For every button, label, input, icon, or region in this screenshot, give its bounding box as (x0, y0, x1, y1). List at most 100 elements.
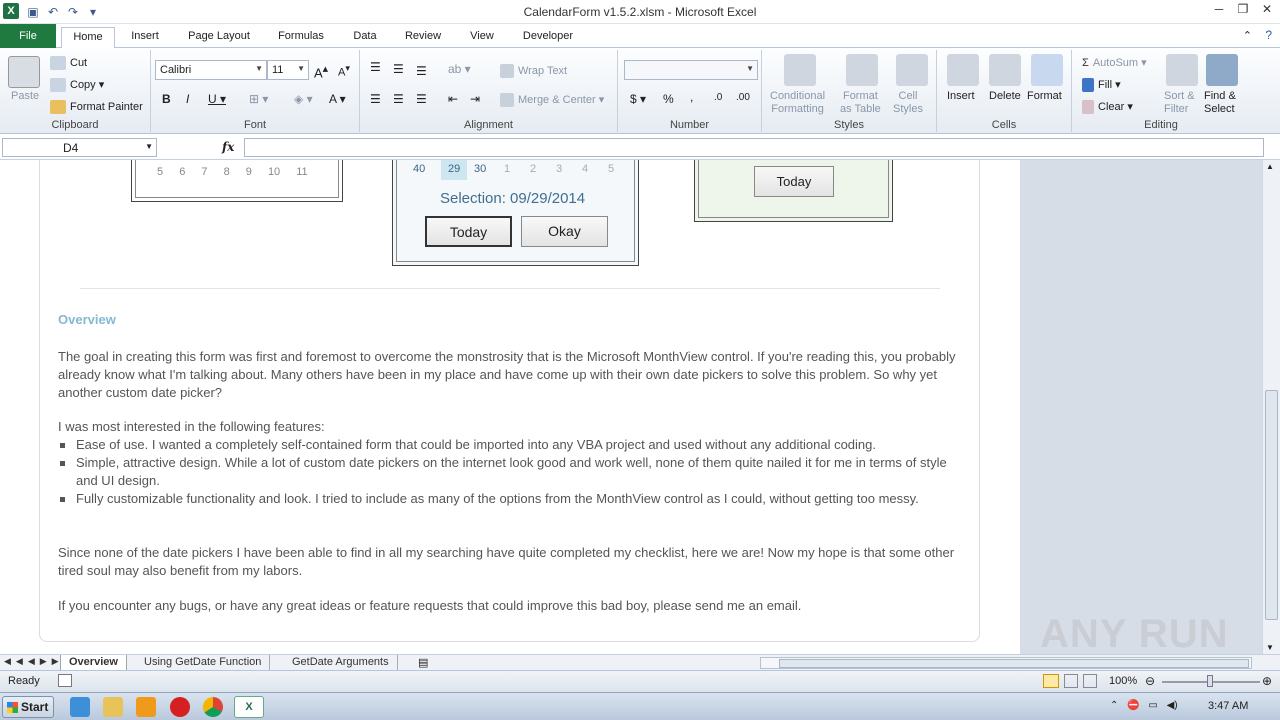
tab-data[interactable]: Data (351, 27, 379, 48)
worksheet[interactable]: 5 6 7 8 9 10 11 40 29 30 1 2 3 4 5 Selec… (0, 160, 1262, 654)
percent-button[interactable]: % (663, 92, 674, 106)
start-button[interactable]: Start (2, 696, 54, 718)
name-box[interactable]: D4 ▼ (2, 138, 157, 157)
page-layout-view-icon[interactable] (1064, 674, 1078, 688)
sheet-tab-using-getdate[interactable]: Using GetDate Function (136, 655, 271, 671)
insert-sheet-icon[interactable]: ▤ (418, 656, 428, 669)
font-name-combo[interactable]: Calibri ▼ (155, 60, 267, 80)
format-button[interactable]: Format (1027, 90, 1062, 102)
scroll-up-icon[interactable]: ▲ (1266, 162, 1274, 171)
format-as-table-button[interactable]: Format as Table (840, 90, 881, 116)
help-icon[interactable]: ? (1265, 28, 1272, 42)
insert-function-icon[interactable]: fx (222, 140, 234, 154)
tab-file[interactable]: File (0, 24, 56, 48)
increase-decimal-icon[interactable]: .0 (714, 92, 722, 103)
day-cell[interactable]: 30 (474, 163, 486, 175)
sort-filter-icon[interactable] (1166, 54, 1198, 86)
day-cell[interactable]: 2 (530, 163, 536, 175)
insert-button[interactable]: Insert (947, 90, 975, 102)
currency-button[interactable]: $ ▾ (630, 92, 646, 106)
opera-icon[interactable] (170, 697, 190, 717)
tab-formulas[interactable]: Formulas (277, 27, 325, 48)
tab-developer[interactable]: Developer (520, 27, 576, 48)
minimize-icon[interactable]: ─ (1212, 2, 1226, 16)
okay-button[interactable]: Okay (521, 216, 608, 247)
scroll-down-icon[interactable]: ▼ (1266, 643, 1274, 652)
day-cell[interactable]: 3 (556, 163, 562, 175)
sheet-tab-overview[interactable]: Overview (60, 655, 127, 671)
font-color-icon[interactable]: A ▾ (329, 92, 346, 106)
italic-icon[interactable]: I (186, 92, 189, 106)
tab-page-layout[interactable]: Page Layout (185, 27, 253, 48)
wrap-text-button[interactable]: Wrap Text (500, 64, 567, 78)
find-select-button[interactable]: Find & Select (1204, 90, 1236, 116)
formula-input[interactable] (244, 138, 1264, 157)
horizontal-scroll-thumb[interactable] (779, 659, 1249, 668)
horizontal-scrollbar[interactable] (760, 657, 1252, 669)
today-button-2[interactable]: Today (754, 166, 834, 197)
zoom-out-icon[interactable]: ⊖ (1145, 674, 1155, 688)
fill-button[interactable]: Fill ▾ (1082, 78, 1121, 93)
close-icon[interactable]: ✕ (1260, 2, 1274, 16)
binoculars-icon[interactable] (1206, 54, 1238, 86)
ie-icon[interactable] (70, 697, 90, 717)
day-cell[interactable]: 1 (504, 163, 510, 175)
center-icon[interactable]: ☰ (393, 92, 404, 106)
insert-cells-icon[interactable] (947, 54, 979, 86)
zoom-in-icon[interactable]: ⊕ (1262, 674, 1272, 688)
cell-styles-button[interactable]: Cell Styles (893, 90, 923, 116)
align-right-icon[interactable]: ☰ (416, 92, 427, 106)
format-as-table-icon[interactable] (846, 54, 878, 86)
align-top-icon[interactable]: ☰ (370, 60, 381, 74)
paste-icon[interactable] (8, 56, 40, 88)
day-cell[interactable]: 4 (582, 163, 588, 175)
align-bottom-icon[interactable]: ☰ (416, 64, 427, 78)
bold-icon[interactable]: B (162, 92, 171, 106)
font-size-combo[interactable]: 11 ▼ (267, 60, 309, 80)
sheet-tab-getdate-arguments[interactable]: GetDate Arguments (284, 655, 398, 671)
delete-button[interactable]: Delete (989, 90, 1021, 102)
decrease-indent-icon[interactable]: ⇤ (448, 92, 458, 106)
tab-home[interactable]: Home (61, 27, 115, 49)
align-left-icon[interactable]: ☰ (370, 92, 381, 106)
conditional-formatting-button[interactable]: Conditional Formatting (770, 90, 825, 116)
vertical-scrollbar[interactable]: ▲ ▼ (1262, 160, 1280, 654)
chrome-icon[interactable] (203, 697, 223, 717)
normal-view-icon[interactable] (1043, 674, 1059, 688)
format-cells-icon[interactable] (1031, 54, 1063, 86)
tab-view[interactable]: View (467, 27, 497, 48)
autosum-button[interactable]: Σ AutoSum ▾ (1082, 56, 1147, 69)
grow-font-icon[interactable]: A▴ (314, 62, 328, 80)
tab-review[interactable]: Review (403, 27, 443, 48)
underline-icon[interactable]: U ▾ (208, 92, 226, 106)
align-middle-icon[interactable]: ☰ (393, 62, 404, 76)
today-button[interactable]: Today (425, 216, 512, 247)
paste-button[interactable]: Paste (11, 90, 39, 102)
excel-taskbar-icon[interactable]: X (234, 696, 264, 718)
zoom-level[interactable]: 100% (1109, 675, 1137, 687)
macro-record-icon[interactable] (58, 674, 72, 687)
minimize-ribbon-icon[interactable]: ⌃ (1243, 29, 1252, 42)
page-break-view-icon[interactable] (1083, 674, 1097, 688)
zoom-slider-thumb[interactable] (1207, 675, 1213, 687)
number-format-combo[interactable]: ▼ (624, 60, 758, 80)
cut-button[interactable]: Cut (50, 56, 87, 70)
cell-styles-icon[interactable] (896, 54, 928, 86)
system-tray-icons[interactable]: ⌃ ⛔ ▭ ◀) (1110, 700, 1178, 711)
explorer-icon[interactable] (103, 697, 123, 717)
day-cell[interactable]: 5 (608, 163, 614, 175)
tab-insert[interactable]: Insert (129, 27, 161, 48)
media-player-icon[interactable] (136, 697, 156, 717)
format-painter-button[interactable]: Format Painter (50, 100, 143, 114)
vertical-scroll-thumb[interactable] (1265, 390, 1278, 620)
delete-cells-icon[interactable] (989, 54, 1021, 86)
copy-button[interactable]: Copy ▾ (50, 78, 104, 93)
decrease-decimal-icon[interactable]: .00 (736, 92, 750, 103)
restore-icon[interactable]: ❐ (1236, 2, 1250, 16)
increase-indent-icon[interactable]: ⇥ (470, 92, 480, 106)
shrink-font-icon[interactable]: A▾ (338, 63, 350, 79)
sort-filter-button[interactable]: Sort & Filter (1164, 90, 1195, 116)
fill-color-icon[interactable]: ◈ ▾ (294, 92, 313, 106)
day-cell[interactable]: 29 (448, 163, 460, 175)
comma-button[interactable]: , (690, 90, 693, 104)
